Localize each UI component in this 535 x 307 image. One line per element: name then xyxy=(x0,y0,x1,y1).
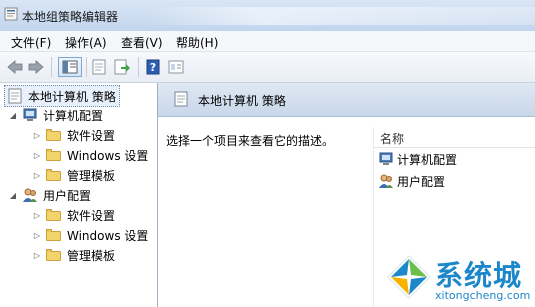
tree-label: 软件设置 xyxy=(67,128,116,143)
computer-icon xyxy=(23,108,37,121)
tree-label: 软件设置 xyxy=(67,208,116,223)
folder-icon xyxy=(46,249,61,261)
tree-label: 计算机配置 xyxy=(43,108,104,123)
tree-label: Windows 设置 xyxy=(67,148,149,163)
toolbar: ? xyxy=(0,52,535,83)
help-icon[interactable]: ? xyxy=(143,57,163,77)
list-item-label: 计算机配置 xyxy=(397,152,458,167)
policy-app-icon xyxy=(4,7,18,21)
collapsed-arrow-icon[interactable]: ▷ xyxy=(32,151,42,160)
column-divider xyxy=(373,127,374,307)
menu-action[interactable]: 操作(A) xyxy=(65,34,107,51)
list-item-computer-config[interactable]: 计算机配置 xyxy=(378,149,457,169)
tree-label: 用户配置 xyxy=(43,188,92,203)
tree-item-user-software[interactable]: ▷ 软件设置 xyxy=(32,205,115,225)
tree-item-user-admin[interactable]: ▷ 管理模板 xyxy=(32,245,115,265)
menu-help[interactable]: 帮助(H) xyxy=(176,34,218,51)
toolbar-separator xyxy=(86,57,87,77)
tree-item-local-computer-policy[interactable]: 本地计算机 策略 xyxy=(4,85,120,107)
menu-file[interactable]: 文件(F) xyxy=(11,34,51,51)
svg-text:?: ? xyxy=(150,61,156,74)
tree-item-user-windows[interactable]: ▷ Windows 设置 xyxy=(32,225,148,245)
folder-icon xyxy=(46,129,61,141)
tree-item-computer-config[interactable]: ◢ 计算机配置 xyxy=(8,105,103,125)
view-icon[interactable] xyxy=(166,57,186,77)
computer-icon xyxy=(379,152,393,165)
folder-icon xyxy=(46,149,61,161)
navigation-tree: 本地计算机 策略 ◢ 计算机配置 ▷ 软件设置 ▷ Windows 设置 ▷ 管… xyxy=(0,83,158,307)
details-header: 本地计算机 策略 xyxy=(158,83,535,117)
collapsed-arrow-icon[interactable]: ▷ xyxy=(32,251,42,260)
tree-label: Windows 设置 xyxy=(67,228,149,243)
forward-icon[interactable] xyxy=(26,57,46,77)
windows-logo-icon xyxy=(387,255,431,299)
collapsed-arrow-icon[interactable]: ▷ xyxy=(32,231,42,240)
expanded-arrow-icon[interactable]: ◢ xyxy=(8,191,18,200)
back-icon[interactable] xyxy=(5,57,25,77)
export-icon[interactable] xyxy=(112,57,132,77)
tree-label: 管理模板 xyxy=(67,168,116,183)
properties-icon[interactable] xyxy=(89,57,109,77)
list-item-user-config[interactable]: 用户配置 xyxy=(378,171,445,191)
menu-bar: 文件(F) 操作(A) 查看(V) 帮助(H) xyxy=(0,31,535,52)
toolbar-separator xyxy=(138,57,139,77)
collapsed-arrow-icon[interactable]: ▷ xyxy=(32,131,42,140)
watermark-brand: 系统城 xyxy=(435,259,523,292)
toolbar-separator xyxy=(51,57,52,77)
show-tree-icon[interactable] xyxy=(58,57,82,77)
policy-document-icon xyxy=(8,88,22,104)
user-icon xyxy=(23,188,37,202)
tree-item-computer-windows[interactable]: ▷ Windows 设置 xyxy=(32,145,148,165)
tree-item-computer-software[interactable]: ▷ 软件设置 xyxy=(32,125,115,145)
description-text: 选择一个项目来查看它的描述。 xyxy=(166,134,335,148)
group-policy-editor-window: 本地组策略编辑器 文件(F) 操作(A) 查看(V) 帮助(H) ? 本地计算机… xyxy=(0,0,535,307)
title-bar-glass xyxy=(142,7,535,25)
title-bar: 本地组策略编辑器 xyxy=(0,0,535,32)
folder-icon xyxy=(46,169,61,181)
expanded-arrow-icon[interactable]: ◢ xyxy=(8,111,18,120)
watermark: 系统城 xitongcheng.com xyxy=(380,250,535,307)
policy-document-icon xyxy=(174,91,188,107)
list-item-label: 用户配置 xyxy=(397,174,446,189)
details-title: 本地计算机 策略 xyxy=(198,94,286,108)
column-header-label: 名称 xyxy=(380,132,405,146)
watermark-url: xitongcheng.com xyxy=(435,289,531,302)
tree-label: 管理模板 xyxy=(67,248,116,263)
collapsed-arrow-icon[interactable]: ▷ xyxy=(32,211,42,220)
folder-icon xyxy=(46,209,61,221)
folder-icon xyxy=(46,229,61,241)
collapsed-arrow-icon[interactable]: ▷ xyxy=(32,171,42,180)
window-title: 本地组策略编辑器 xyxy=(22,10,119,24)
tree-item-computer-admin[interactable]: ▷ 管理模板 xyxy=(32,165,115,185)
tree-item-user-config[interactable]: ◢ 用户配置 xyxy=(8,185,91,205)
column-header-name[interactable]: 名称 xyxy=(374,127,535,148)
user-icon xyxy=(379,174,393,188)
menu-view[interactable]: 查看(V) xyxy=(121,34,163,51)
tree-root-label: 本地计算机 策略 xyxy=(28,89,116,104)
